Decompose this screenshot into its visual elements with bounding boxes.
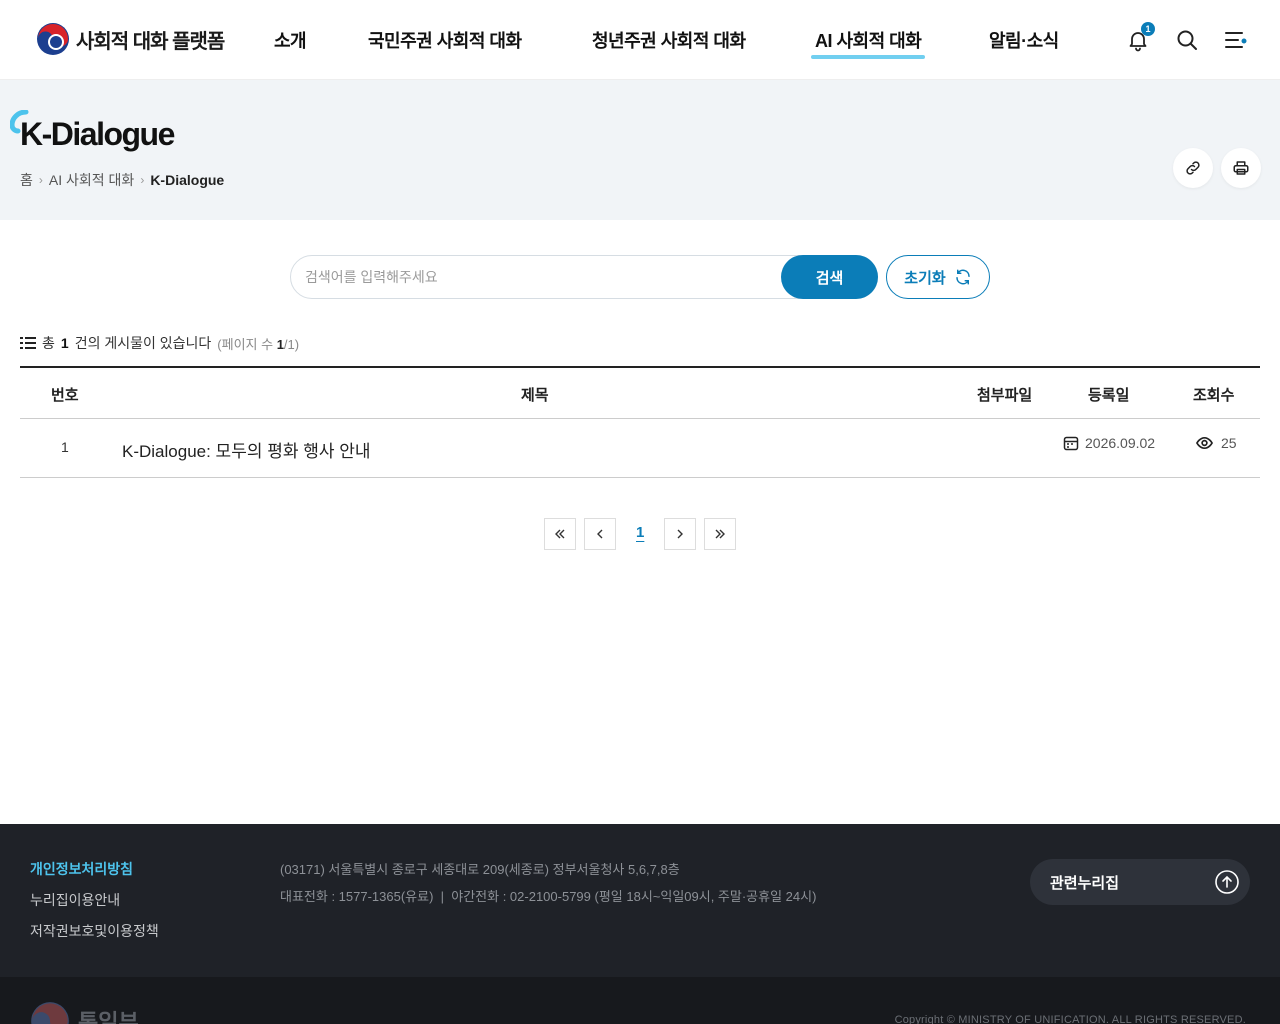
related-sites-button[interactable]: 관련누리집 [1030, 859, 1250, 905]
site-logo[interactable]: 사회적 대화 플랫폼 [36, 22, 225, 56]
search-form: 검색 [290, 255, 878, 299]
table-row: 1 K-Dialogue: 모두의 평화 행사 안내 2026.09.02 25 [20, 419, 1260, 478]
prev-page-button[interactable] [584, 518, 616, 550]
nav-item-youth-dialogue[interactable]: 청년주권 사회적 대화 [592, 27, 746, 53]
page-title: K-Dialogue [20, 116, 175, 152]
breadcrumb-home[interactable]: 홈 [20, 170, 33, 190]
notification-button[interactable]: 1 [1122, 22, 1155, 56]
reset-label: 초기화 [904, 269, 946, 287]
breadcrumb: 홈 › AI 사회적 대화 › K-Dialogue [20, 170, 224, 190]
copy-link-button[interactable] [1173, 148, 1213, 188]
ministry-logo: 통일부 [30, 1001, 139, 1024]
nav-item-news[interactable]: 알림·소식 [989, 27, 1059, 53]
brand-title: 사회적 대화 플랫폼 [76, 30, 225, 53]
calendar-icon [1063, 436, 1079, 451]
privacy-policy-link[interactable]: 개인정보처리방침 [30, 859, 133, 879]
board-summary: 총 1 건의 게시물이 있습니다 (페이지 수 1/1) [20, 333, 299, 353]
refresh-icon [955, 269, 970, 285]
col-number: 번호 [51, 387, 79, 404]
col-views: 조회수 [1193, 387, 1235, 404]
arrow-up-circle-icon [1215, 870, 1239, 894]
row-date: 2026.09.02 [1063, 435, 1155, 451]
chevron-right-icon [677, 529, 683, 539]
double-chevron-left-icon [555, 529, 565, 539]
site-header: 사회적 대화 플랫폼 소개 국민주권 사회적 대화 청년주권 사회적 대화 AI… [0, 0, 1280, 80]
double-chevron-right-icon [715, 529, 725, 539]
chevron-right-icon: › [140, 173, 145, 187]
first-page-button[interactable] [544, 518, 576, 550]
site-guide-link[interactable]: 누리집이용안내 [30, 890, 120, 910]
last-page-button[interactable] [704, 518, 736, 550]
nav-item-intro[interactable]: 소개 [274, 27, 307, 53]
taegeuk-logo-icon [31, 1002, 69, 1024]
page-number-current[interactable]: 1 [636, 524, 644, 541]
search-submit-button[interactable]: 검색 [781, 255, 878, 299]
reset-button[interactable]: 초기화 [886, 255, 990, 299]
search-input[interactable] [305, 256, 775, 298]
next-page-button[interactable] [664, 518, 696, 550]
nav-item-citizen-dialogue[interactable]: 국민주권 사회적 대화 [368, 27, 522, 53]
link-icon [1186, 161, 1200, 175]
copyright-policy-link[interactable]: 저작권보호및이용정책 [30, 921, 159, 941]
search-icon [1177, 30, 1197, 50]
col-date: 등록일 [1088, 387, 1130, 404]
eye-icon [1196, 436, 1213, 450]
search-toggle-button[interactable] [1171, 24, 1203, 56]
row-views: 25 [1196, 435, 1237, 451]
summary-suffix: 건의 게시물이 있습니다 [74, 335, 212, 351]
row-title-link[interactable]: K-Dialogue: 모두의 평화 행사 안내 [122, 437, 370, 462]
table-header-row: 번호 제목 첨부파일 등록일 조회수 [20, 368, 1260, 419]
page-heading-area: K-Dialogue 홈 › AI 사회적 대화 › K-Dialogue [0, 80, 1280, 220]
footer-bottom: 통일부 Copyright © MINISTRY OF UNIFICATION.… [0, 977, 1280, 1024]
col-attachment: 첨부파일 [977, 387, 1033, 404]
menu-icon [1225, 32, 1247, 48]
breadcrumb-current: K-Dialogue [150, 172, 225, 188]
footer-phone: 대표전화 : 1577-1365(유료) | 야간전화 : 02-2100-57… [280, 889, 817, 904]
row-number: 1 [61, 439, 69, 455]
chevron-right-icon: › [38, 173, 43, 187]
footer-address: (03171) 서울특별시 종로구 세종대로 209(세종로) 정부서울청사 5… [280, 862, 680, 877]
page-info: (페이지 수 1/1) [217, 336, 300, 352]
notification-badge: 1 [1141, 22, 1155, 36]
nav-item-ai-dialogue[interactable]: AI 사회적 대화 [810, 27, 926, 59]
menu-button[interactable] [1220, 24, 1252, 56]
total-count: 1 [60, 335, 69, 351]
list-icon [20, 337, 36, 349]
copyright-text: Copyright © MINISTRY OF UNIFICATION. ALL… [894, 1014, 1246, 1024]
chevron-left-icon [597, 529, 603, 539]
breadcrumb-ai-dialogue[interactable]: AI 사회적 대화 [49, 170, 134, 190]
col-title: 제목 [521, 387, 549, 404]
print-button[interactable] [1221, 148, 1261, 188]
taegeuk-logo-icon [37, 23, 69, 55]
related-sites-label: 관련누리집 [1050, 874, 1120, 892]
board-table: 번호 제목 첨부파일 등록일 조회수 1 K-Dialogue: 모두의 평화 … [20, 366, 1260, 478]
print-icon [1233, 161, 1249, 175]
summary-prefix: 총 [42, 335, 55, 351]
ministry-name: 통일부 [78, 1010, 139, 1024]
